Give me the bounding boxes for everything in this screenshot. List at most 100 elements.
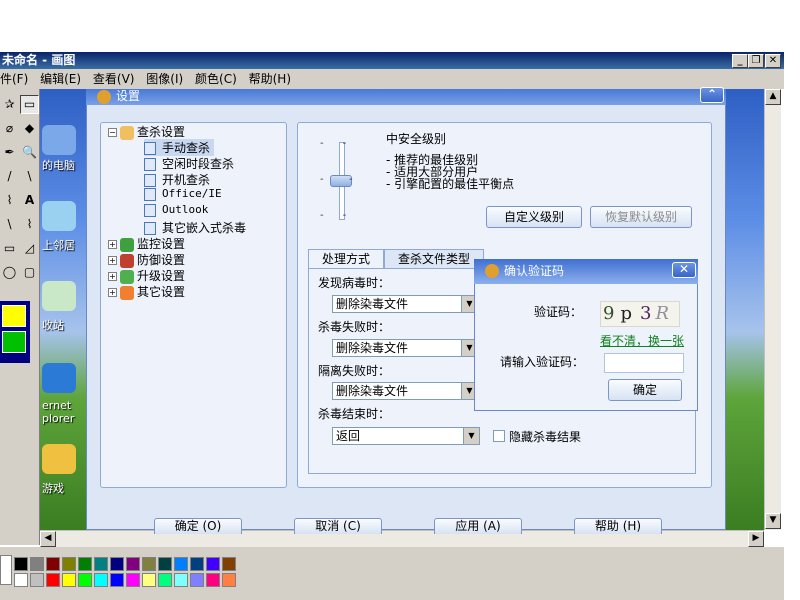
quarantine-failed-select[interactable]: 删除染毒文件 ▼ xyxy=(332,382,478,400)
free-select-tool[interactable]: ✰ xyxy=(0,95,19,114)
minimize-button[interactable]: _ xyxy=(732,54,748,68)
menu-edit[interactable]: 编辑(E) xyxy=(40,72,81,86)
color-swatch[interactable] xyxy=(190,573,204,587)
restore-default-button[interactable]: 恢复默认级别 xyxy=(590,206,692,228)
pencil-tool[interactable]: / xyxy=(0,167,19,186)
tree-item-outlook[interactable]: Outlook xyxy=(144,203,208,217)
tab-handling[interactable]: 处理方式 xyxy=(308,249,384,269)
menu-image[interactable]: 图像(I) xyxy=(146,72,183,86)
tree-item-startup[interactable]: 开机查杀 xyxy=(144,171,210,188)
menu-view[interactable]: 查看(V) xyxy=(93,72,135,86)
scroll-left-button[interactable]: ◀ xyxy=(40,531,56,547)
text-tool[interactable]: A xyxy=(20,191,39,210)
color-swatch[interactable] xyxy=(222,557,236,571)
field-label: 隔离失败时： xyxy=(318,364,391,378)
color-swatch[interactable] xyxy=(46,573,60,587)
tree-monitor-node[interactable]: + 监控设置 xyxy=(108,235,185,252)
color-swatch[interactable] xyxy=(174,573,188,587)
menu-help[interactable]: 帮助(H) xyxy=(249,72,291,86)
tree-update-node[interactable]: + 升级设置 xyxy=(108,267,185,284)
color-swatch[interactable] xyxy=(142,557,156,571)
color-swatch[interactable] xyxy=(206,573,220,587)
doc-icon xyxy=(144,203,156,217)
tree-item-embedded[interactable]: 其它嵌入式杀毒 xyxy=(144,219,246,236)
tab-file-types[interactable]: 查杀文件类型 xyxy=(384,249,484,269)
ok-button[interactable]: 确定 (O) xyxy=(154,518,242,534)
line-tool[interactable]: \ xyxy=(0,215,19,234)
scroll-right-button[interactable]: ▶ xyxy=(748,531,764,547)
shield-icon xyxy=(485,264,499,278)
color-swatch[interactable] xyxy=(78,557,92,571)
captcha-char: p xyxy=(620,303,632,324)
apply-button[interactable]: 应用 (A) xyxy=(434,518,522,534)
color-swatch[interactable] xyxy=(158,573,172,587)
color-swatch[interactable] xyxy=(190,557,204,571)
tree-item-idle[interactable]: 空闲时段查杀 xyxy=(144,155,234,172)
tree-item-office[interactable]: Office/IE xyxy=(144,187,222,201)
expand-icon: + xyxy=(108,288,117,297)
color-swatch[interactable] xyxy=(46,557,60,571)
color-swatch[interactable] xyxy=(94,557,108,571)
scroll-up-button[interactable]: ▲ xyxy=(765,89,781,105)
tool-options[interactable] xyxy=(0,301,30,363)
airbrush-tool[interactable]: ⌇ xyxy=(0,191,19,210)
custom-level-button[interactable]: 自定义级别 xyxy=(486,206,582,228)
settings-close-button[interactable]: ⌃ xyxy=(700,87,724,103)
help-button[interactable]: 帮助 (H) xyxy=(574,518,662,534)
collapse-icon: − xyxy=(108,128,117,137)
refresh-captcha-link[interactable]: 看不清，换一张 xyxy=(600,332,684,349)
color-swatch[interactable] xyxy=(78,573,92,587)
color-swatch[interactable] xyxy=(62,557,76,571)
captcha-ok-button[interactable]: 确定 xyxy=(608,379,682,401)
color-swatch[interactable] xyxy=(126,557,140,571)
color-swatch[interactable] xyxy=(110,557,124,571)
hide-result-checkbox[interactable] xyxy=(493,430,505,442)
fill-tool[interactable]: ◆ xyxy=(20,119,39,138)
color-swatch[interactable] xyxy=(30,573,44,587)
level-bullet: - 引擎配置的最佳平衡点 xyxy=(386,177,515,191)
color-swatch[interactable] xyxy=(158,557,172,571)
color-swatch[interactable] xyxy=(62,573,76,587)
color-swatch[interactable] xyxy=(222,573,236,587)
maximize-button[interactable]: ❐ xyxy=(748,54,764,68)
color-swatch[interactable] xyxy=(30,557,44,571)
rounded-rect-tool[interactable]: ▢ xyxy=(20,263,39,282)
tree-scan-node[interactable]: − 查杀设置 xyxy=(108,123,185,140)
other-settings-icon xyxy=(120,285,134,300)
cancel-button[interactable]: 取消 (C) xyxy=(294,518,382,534)
color-swatch[interactable] xyxy=(14,573,28,587)
menu-colors[interactable]: 颜色(C) xyxy=(195,72,237,86)
brush-tool[interactable]: \ xyxy=(20,167,39,186)
menu-file[interactable]: 件(F) xyxy=(0,72,28,86)
captcha-input[interactable] xyxy=(604,353,684,373)
curve-tool[interactable]: ⌇ xyxy=(20,215,39,234)
color-swatch[interactable] xyxy=(94,573,108,587)
tree-item-manual[interactable]: 手动查杀 xyxy=(144,139,215,156)
rectangle-tool[interactable]: ▭ xyxy=(0,239,19,258)
color-swatch[interactable] xyxy=(174,557,188,571)
picker-tool[interactable]: ✒ xyxy=(0,143,19,162)
close-button[interactable]: ✕ xyxy=(765,54,781,68)
eraser-tool[interactable]: ⌀ xyxy=(0,119,19,138)
color-swatch[interactable] xyxy=(110,573,124,587)
virus-found-select[interactable]: 删除染毒文件 ▼ xyxy=(332,295,478,313)
option-transparent-icon xyxy=(2,331,26,353)
color-swatch[interactable] xyxy=(206,557,220,571)
clean-failed-select[interactable]: 删除染毒文件 ▼ xyxy=(332,339,478,357)
color-swatch[interactable] xyxy=(126,573,140,587)
tree-other-node[interactable]: + 其它设置 xyxy=(108,283,185,300)
tree-defense-node[interactable]: + 防御设置 xyxy=(108,251,185,268)
magnifier-tool[interactable]: 🔍 xyxy=(20,143,39,162)
captcha-close-button[interactable]: ✕ xyxy=(672,262,696,278)
color-swatch[interactable] xyxy=(14,557,28,571)
slider-ticks: - -- -- - xyxy=(320,138,353,221)
scroll-down-button[interactable]: ▼ xyxy=(765,513,781,529)
vertical-scrollbar[interactable]: ▲ ▼ xyxy=(764,89,781,530)
select-tool[interactable]: ▭ xyxy=(20,95,39,114)
select-value: 删除染毒文件 xyxy=(336,341,409,355)
scan-end-select[interactable]: 返回 ▼ xyxy=(332,427,480,445)
polygon-tool[interactable]: ◿ xyxy=(20,239,39,258)
ellipse-tool[interactable]: ◯ xyxy=(0,263,19,282)
current-color-box xyxy=(0,555,12,585)
color-swatch[interactable] xyxy=(142,573,156,587)
